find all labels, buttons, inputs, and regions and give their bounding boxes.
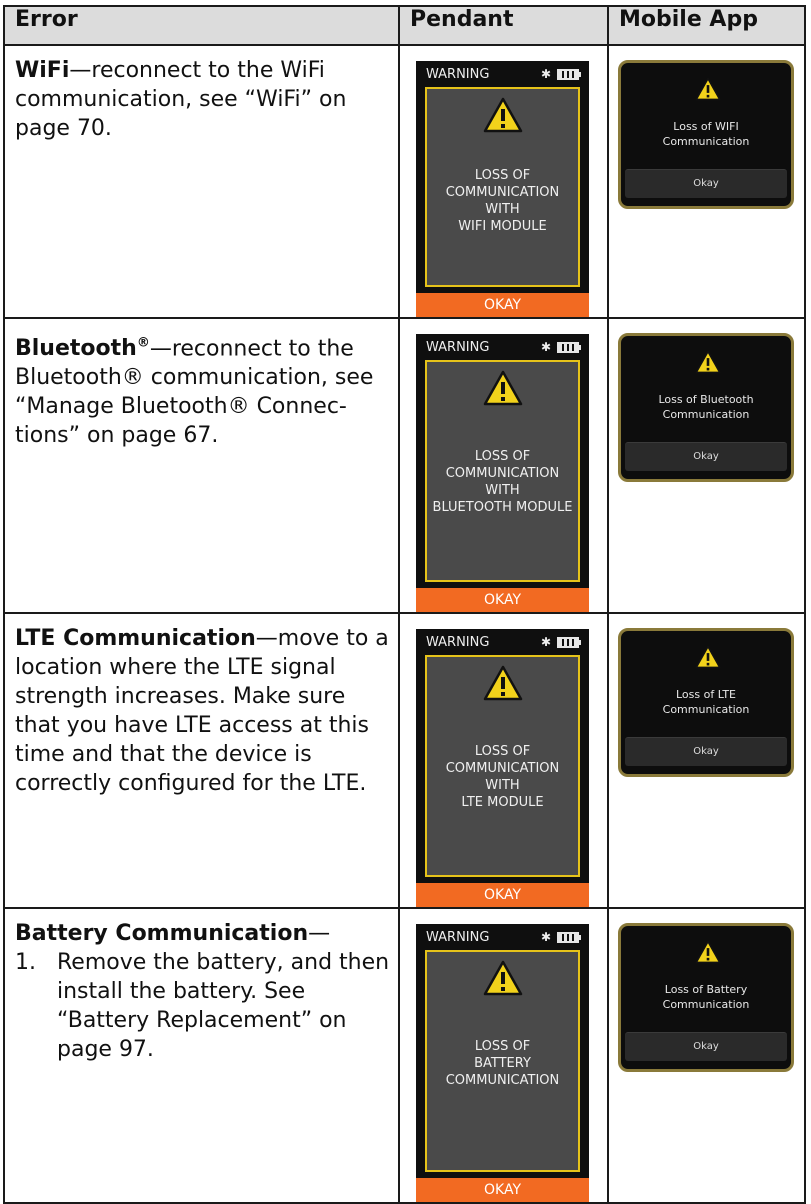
step-list: 1. Remove the battery, and then install … xyxy=(15,948,390,1064)
mobile-okay-button[interactable]: Okay xyxy=(625,1032,787,1061)
pendant-status-label: WARNING xyxy=(426,634,490,650)
mobile-okay-button[interactable]: Okay xyxy=(625,442,787,471)
error-description: LTE Communication—move to a location whe… xyxy=(3,612,400,909)
error-title: WiFi xyxy=(15,58,70,83)
mobile-alert-dialog: Loss of LTE Communication Okay xyxy=(618,628,794,777)
mobile-cell: Loss of LTE Communication Okay xyxy=(607,612,806,909)
battery-icon xyxy=(557,341,581,353)
pendant-screen: WARNING ✱ LOSS OF BATTERY COMMUNICATION … xyxy=(416,924,589,1202)
battery-icon xyxy=(557,636,581,648)
pendant-status-bar: WARNING ✱ xyxy=(416,629,589,655)
pendant-status-label: WARNING xyxy=(426,929,490,945)
warning-icon xyxy=(695,350,721,374)
error-description: Battery Communication— 1. Remove the bat… xyxy=(3,907,400,1204)
error-title: Battery Communication xyxy=(15,921,309,946)
error-text: —move to a location where the LTE signal… xyxy=(15,626,389,796)
mobile-alert-dialog: Loss of Bluetooth Communication Okay xyxy=(618,333,794,482)
warning-icon xyxy=(695,77,721,101)
table-row: Bluetooth®—reconnect to the Bluetooth® c… xyxy=(3,317,806,614)
bluetooth-icon: ✱ xyxy=(540,340,551,354)
mobile-message: Loss of Battery Communication xyxy=(662,983,750,1011)
mobile-message: Loss of LTE Communication xyxy=(662,688,750,716)
pendant-status-bar: WARNING ✱ xyxy=(416,924,589,950)
pendant-alert-panel: LOSS OF COMMUNICATION WITH WIFI MODULE xyxy=(425,87,580,287)
bluetooth-icon: ✱ xyxy=(540,67,551,81)
pendant-screen: WARNING ✱ LOSS OF COMMUNIC xyxy=(416,61,589,317)
battery-icon xyxy=(557,68,581,80)
mobile-alert-dialog: Loss of WIFI Communication Okay xyxy=(618,60,794,209)
pendant-status-label: WARNING xyxy=(426,339,490,355)
bluetooth-icon: ✱ xyxy=(540,635,551,649)
mobile-cell: Loss of Battery Communication Okay xyxy=(607,907,806,1204)
error-table: Error Pendant Mobile App WiFi—reconnect … xyxy=(3,5,806,1204)
table-row: WiFi—reconnect to the WiFi communication… xyxy=(3,44,806,319)
pendant-status-bar: WARNING ✱ xyxy=(416,61,589,87)
warning-icon xyxy=(483,370,522,406)
mobile-message: Loss of Bluetooth Communication xyxy=(658,393,754,421)
pendant-okay-button[interactable]: OKAY xyxy=(416,1178,589,1202)
error-title: LTE Communication xyxy=(15,626,256,651)
warning-icon xyxy=(483,960,522,996)
pendant-message: LOSS OF COMMUNICATION WITH BLUETOOTH MOD… xyxy=(432,449,573,515)
list-item: 1. Remove the battery, and then install … xyxy=(15,948,390,1064)
error-title: Bluetooth® xyxy=(15,336,150,362)
header-error: Error xyxy=(3,5,400,46)
mobile-cell: Loss of Bluetooth Communication Okay xyxy=(607,317,806,614)
table-row: LTE Communication—move to a location whe… xyxy=(3,612,806,909)
pendant-cell: WARNING ✱ LOSS OF COMMUNIC xyxy=(398,317,609,614)
error-description: Bluetooth®—reconnect to the Bluetooth® c… xyxy=(3,317,400,614)
pendant-message: LOSS OF BATTERY COMMUNICATION xyxy=(445,1039,560,1088)
pendant-screen: WARNING ✱ LOSS OF COMMUNIC xyxy=(416,334,589,612)
error-table-page: Error Pendant Mobile App WiFi—reconnect … xyxy=(0,0,811,1204)
bluetooth-icon: ✱ xyxy=(540,930,551,944)
error-description: WiFi—reconnect to the WiFi communication… xyxy=(3,44,400,319)
pendant-cell: WARNING ✱ LOSS OF COMMUNIC xyxy=(398,44,609,319)
warning-icon xyxy=(695,940,721,964)
table-row: Battery Communication— 1. Remove the bat… xyxy=(3,907,806,1204)
header-pendant: Pendant xyxy=(398,5,609,46)
pendant-message: LOSS OF COMMUNICATION WITH WIFI MODULE xyxy=(445,168,560,234)
pendant-cell: WARNING ✱ LOSS OF COMMUNIC xyxy=(398,612,609,909)
pendant-message: LOSS OF COMMUNICATION WITH LTE MODULE xyxy=(445,744,560,810)
pendant-okay-button[interactable]: OKAY xyxy=(416,883,589,907)
mobile-okay-button[interactable]: Okay xyxy=(625,737,787,766)
pendant-screen: WARNING ✱ LOSS OF COMMUNIC xyxy=(416,629,589,907)
step-number: 1. xyxy=(15,950,36,975)
pendant-okay-button[interactable]: OKAY xyxy=(416,293,589,317)
mobile-message: Loss of WIFI Communication xyxy=(662,120,750,148)
pendant-alert-panel: LOSS OF COMMUNICATION WITH LTE MODULE xyxy=(425,655,580,877)
error-text: — xyxy=(308,921,331,946)
warning-icon xyxy=(483,97,522,133)
warning-icon xyxy=(483,665,522,701)
pendant-cell: WARNING ✱ LOSS OF BATTERY COMMUNICATION … xyxy=(398,907,609,1204)
pendant-okay-button[interactable]: OKAY xyxy=(416,588,589,612)
pendant-status-bar: WARNING ✱ xyxy=(416,334,589,360)
table-header-row: Error Pendant Mobile App xyxy=(3,5,806,46)
battery-icon xyxy=(557,931,581,943)
header-mobile-app: Mobile App xyxy=(607,5,806,46)
mobile-okay-button[interactable]: Okay xyxy=(625,169,787,198)
step-text: Remove the battery, and then install the… xyxy=(57,950,390,1062)
mobile-alert-dialog: Loss of Battery Communication Okay xyxy=(618,923,794,1072)
mobile-cell: Loss of WIFI Communication Okay xyxy=(607,44,806,319)
warning-icon xyxy=(695,645,721,669)
pendant-alert-panel: LOSS OF COMMUNICATION WITH BLUETOOTH MOD… xyxy=(425,360,580,582)
pendant-alert-panel: LOSS OF BATTERY COMMUNICATION xyxy=(425,950,580,1172)
pendant-status-label: WARNING xyxy=(426,66,490,82)
